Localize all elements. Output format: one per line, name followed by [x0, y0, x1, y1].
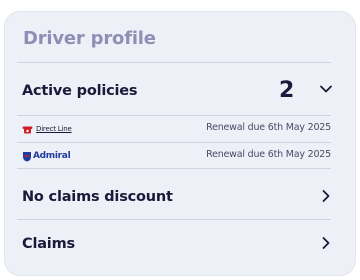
- no-claims-discount-label: No claims discount: [22, 189, 173, 205]
- driver-profile-card: Driver profile Active policies 2 Direct …: [4, 11, 356, 276]
- admiral-badge-icon: [23, 151, 31, 161]
- divider: [17, 168, 331, 169]
- no-claims-discount-row[interactable]: No claims discount: [5, 172, 355, 217]
- claims-row[interactable]: Claims: [5, 222, 355, 267]
- divider: [17, 219, 331, 220]
- policy-row-admiral[interactable]: Admiral Renewal due 6th May 2025: [17, 143, 331, 167]
- policy-row-direct-line[interactable]: Direct Line Renewal due 6th May 2025: [17, 116, 331, 140]
- divider: [17, 62, 331, 63]
- active-policies-count: 2: [279, 78, 295, 103]
- insurer-name: Admiral: [33, 151, 71, 161]
- admiral-logo: Admiral: [22, 149, 71, 163]
- chevron-right-icon[interactable]: [319, 189, 333, 203]
- page-title: Driver profile: [23, 28, 156, 49]
- chevron-right-icon[interactable]: [319, 236, 333, 250]
- insurer-name: Direct Line: [36, 125, 72, 133]
- chevron-down-icon[interactable]: [319, 82, 333, 96]
- renewal-date: Renewal due 6th May 2025: [206, 149, 331, 160]
- claims-label: Claims: [22, 236, 75, 252]
- active-policies-label: Active policies: [22, 83, 138, 99]
- direct-line-logo: Direct Line: [22, 122, 72, 136]
- red-telephone-icon: [22, 126, 33, 133]
- renewal-date: Renewal due 6th May 2025: [206, 122, 331, 133]
